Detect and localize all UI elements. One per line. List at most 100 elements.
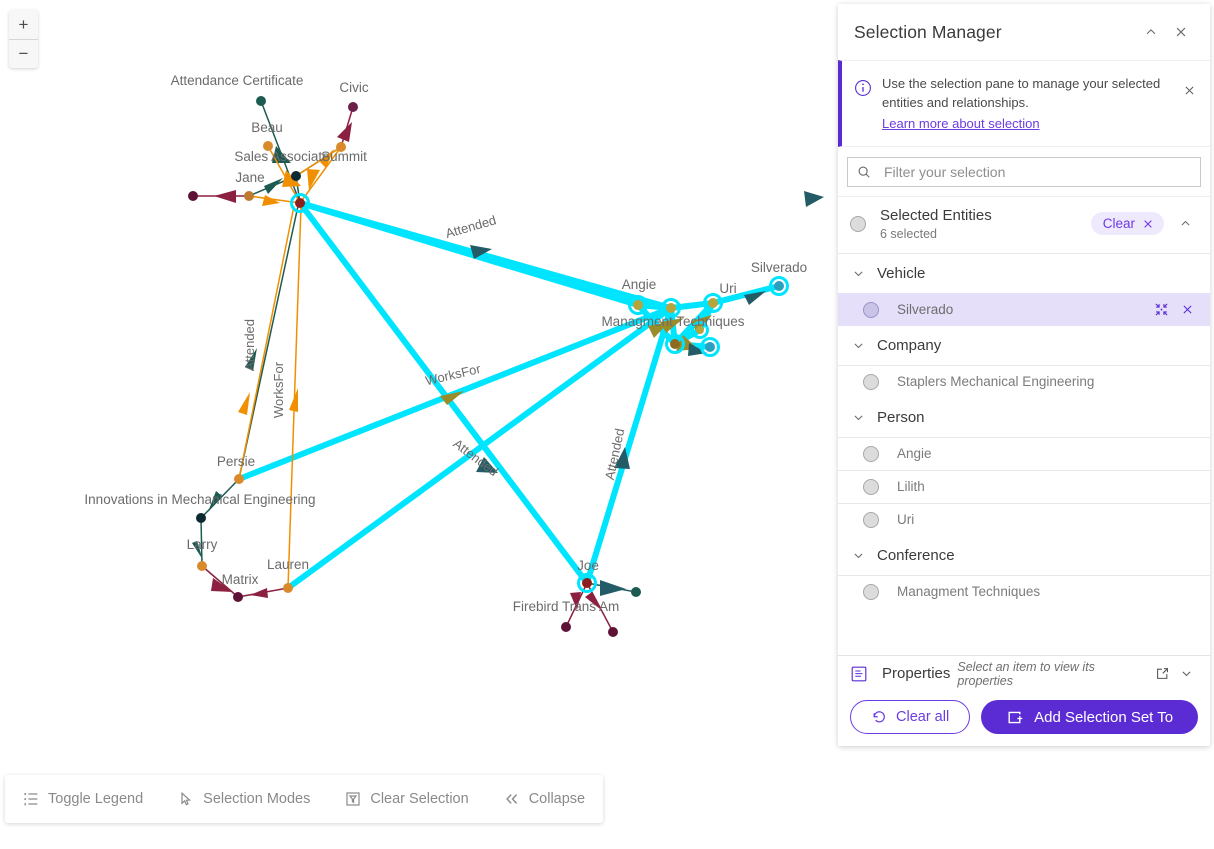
entity-group-header-vehicle[interactable]: Vehicle (838, 254, 1210, 293)
graph-node[interactable] (291, 171, 301, 181)
zoom-to-icon[interactable] (1150, 299, 1172, 321)
double-chevron-left-icon (504, 791, 520, 807)
info-icon (854, 79, 872, 97)
entity-label: Silverado (897, 302, 954, 318)
graph-node[interactable] (608, 627, 618, 637)
graph-node[interactable] (295, 198, 305, 208)
info-banner: Use the selection pane to manage your se… (838, 60, 1210, 147)
clear-selection-button[interactable]: Clear Selection (345, 791, 469, 807)
graph-node[interactable] (708, 298, 718, 308)
list-item[interactable]: Angie (838, 436, 1210, 470)
clear-chip-button[interactable]: Clear (1090, 212, 1164, 236)
entity-group-name: Vehicle (877, 264, 926, 282)
remove-icon[interactable] (1176, 299, 1198, 321)
list-item[interactable]: Lilith (838, 469, 1210, 503)
clear-all-button[interactable]: Clear all (850, 700, 971, 734)
search-input[interactable] (882, 162, 1191, 181)
graph-node[interactable] (348, 102, 358, 112)
legend-list-icon (23, 791, 39, 807)
graph-node[interactable] (666, 303, 676, 313)
panel-collapse-button[interactable] (1136, 17, 1166, 47)
info-banner-close-button[interactable] (1178, 79, 1200, 101)
graph-node[interactable] (197, 561, 207, 571)
graph-node[interactable] (631, 587, 641, 597)
graph-node[interactable] (633, 300, 643, 310)
graph-node[interactable] (774, 281, 784, 291)
graph-node-label: Persie (217, 454, 255, 469)
entity-group-header-conference[interactable]: Conference (838, 536, 1210, 575)
entity-label: Angie (897, 446, 932, 462)
clear-chip-label: Clear (1102, 216, 1135, 232)
entity-groups-container: Vehicle Silverado Company Staplers Mechanic… (838, 254, 1210, 608)
entity-radio[interactable] (863, 511, 879, 528)
selected-edges-layer (236, 200, 782, 591)
entity-group-header-company[interactable]: Company (838, 326, 1210, 365)
chevron-up-icon (1146, 29, 1156, 35)
properties-popout-button[interactable] (1150, 662, 1174, 686)
selected-entities-count: 6 selected (880, 226, 937, 241)
page-title: Selection Manager (854, 21, 1002, 42)
graph-node-label: Uri (719, 281, 736, 296)
entity-label: Uri (897, 512, 915, 528)
toggle-legend-button[interactable]: Toggle Legend (23, 791, 143, 807)
zoom-in-button[interactable]: + (9, 10, 38, 40)
graph-node[interactable] (196, 513, 206, 523)
learn-more-link[interactable]: Learn more about selection (882, 115, 1040, 134)
graph-node-label: Silverado (751, 260, 807, 275)
entity-group-name: Person (877, 408, 925, 426)
selected-edge-arrowheads (804, 191, 824, 207)
toggle-legend-label: Toggle Legend (48, 791, 144, 807)
info-banner-text-wrap: Use the selection pane to manage your se… (882, 71, 1178, 134)
external-link-icon (1156, 668, 1168, 679)
selection-manager-header: Selection Manager (838, 4, 1210, 60)
panel-close-button[interactable] (1166, 17, 1196, 47)
properties-title: Properties (882, 665, 951, 682)
collapse-button[interactable]: Collapse (504, 791, 585, 807)
entity-radio[interactable] (863, 583, 879, 600)
graph-node-label: Lauren (267, 557, 309, 572)
entity-radio[interactable] (863, 373, 879, 390)
graph-node[interactable] (244, 191, 254, 201)
close-icon (1176, 27, 1186, 37)
selected-entities-radio[interactable] (850, 215, 866, 232)
graph-node[interactable] (233, 592, 243, 602)
list-item[interactable]: Silverado (838, 292, 1210, 326)
graph-node[interactable] (256, 96, 266, 106)
graph-node[interactable] (582, 578, 592, 588)
zoom-control[interactable]: + − (9, 10, 38, 68)
graph-node[interactable] (234, 474, 244, 484)
chevron-down-icon (852, 339, 865, 352)
cursor-pointer-icon (178, 791, 194, 807)
graph-node-label: Innovations in Mechanical Engineering (84, 492, 315, 507)
graph-node[interactable] (705, 342, 715, 352)
close-icon (1144, 219, 1152, 228)
graph-network-svg[interactable]: Attendance Certificate CivicBeauSummitSal… (0, 0, 838, 780)
graph-node[interactable] (670, 339, 680, 349)
entity-radio[interactable] (863, 478, 879, 495)
add-selection-set-to-button[interactable]: Add Selection Set To (981, 700, 1198, 734)
funnel-clear-icon (345, 791, 361, 807)
graph-node[interactable] (188, 191, 198, 201)
entity-radio[interactable] (863, 445, 879, 462)
list-item[interactable]: Managment Techniques (838, 574, 1210, 608)
list-item[interactable]: Staplers Mechanical Engineering (838, 364, 1210, 398)
properties-bar[interactable]: Properties Select an item to view its pr… (838, 655, 1210, 691)
entity-radio[interactable] (863, 301, 879, 318)
selection-modes-button[interactable]: Selection Modes (178, 791, 310, 807)
filter-selection-field[interactable] (847, 156, 1201, 187)
chevron-down-icon (1181, 671, 1191, 677)
graph-node-label: Firebird Trans Am (513, 599, 620, 614)
graph-node[interactable] (561, 622, 571, 632)
selection-manager-panel: Selection Manager Use the selection pane… (838, 4, 1210, 746)
list-item[interactable]: Uri (838, 502, 1210, 536)
properties-collapse-button[interactable] (1174, 662, 1198, 686)
selection-modes-label: Selection Modes (203, 791, 311, 807)
graph-node[interactable] (283, 583, 293, 593)
selection-list-body[interactable]: Selected Entities 6 selected Clear Vehic… (838, 195, 1210, 655)
close-icon (1184, 85, 1194, 95)
selected-entities-collapse-button[interactable] (1172, 211, 1198, 237)
selected-entities-summary[interactable]: Selected Entities 6 selected Clear (838, 197, 1210, 254)
graph-canvas[interactable]: Attendance Certificate Civic Beau Summit Sal… (0, 0, 838, 849)
zoom-out-button[interactable]: − (9, 40, 38, 69)
entity-group-header-person[interactable]: Person (838, 398, 1210, 437)
